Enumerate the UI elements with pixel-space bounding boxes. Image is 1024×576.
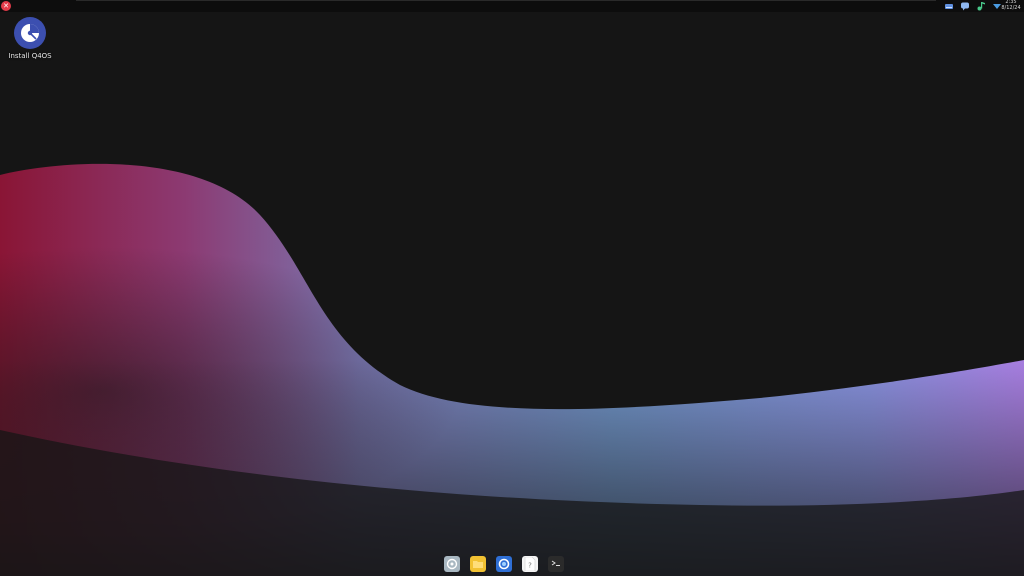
svg-text:?: ?: [528, 562, 532, 570]
desktop-icon-install-q4os[interactable]: Install Q4OS: [2, 16, 58, 60]
system-tray: [944, 1, 1002, 11]
taskbar-strip: [76, 0, 936, 1]
app-menu-button[interactable]: ✕: [1, 1, 11, 11]
clock[interactable]: 2:35 8/12/24: [1000, 0, 1022, 12]
close-x-icon: ✕: [3, 2, 9, 10]
help-document-icon: ?: [524, 557, 536, 571]
dock-item-settings[interactable]: [444, 556, 460, 572]
dock-item-terminal[interactable]: [548, 556, 564, 572]
dock-item-files[interactable]: [470, 556, 486, 572]
dock: ?: [444, 554, 564, 574]
dock-item-help[interactable]: ?: [522, 556, 538, 572]
desktop-icon-label: Install Q4OS: [8, 52, 52, 60]
terminal-icon: [551, 560, 560, 566]
desktop[interactable]: ✕ 2:35 8/12/24 Install Q4OS ?: [0, 0, 1024, 576]
installer-icon: [14, 17, 46, 49]
settings-icon: [446, 558, 458, 570]
chat-icon[interactable]: [960, 1, 970, 11]
drive-icon[interactable]: [944, 1, 954, 11]
top-panel: ✕ 2:35 8/12/24: [0, 0, 1024, 12]
dock-item-browser[interactable]: [496, 556, 512, 572]
music-note-icon[interactable]: [976, 1, 986, 11]
clock-date: 8/12/24: [1001, 4, 1021, 11]
browser-icon: [498, 558, 510, 570]
folder-icon: [473, 561, 483, 568]
wallpaper: [0, 0, 1024, 576]
